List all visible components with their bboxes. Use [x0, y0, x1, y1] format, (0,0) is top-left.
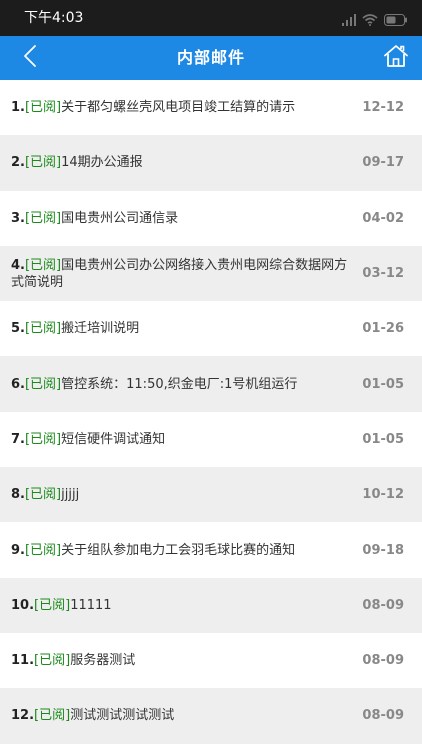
mail-index: 6. — [11, 376, 25, 392]
mail-title: 短信硬件调试通知 — [61, 431, 166, 447]
mail-title: jjjjj — [61, 487, 80, 503]
status-bar: 下午4:03 — [0, 0, 422, 36]
mail-subject: 2.[已阅]14期办公通报 — [11, 154, 362, 171]
mail-read-status: [已阅] — [34, 653, 71, 669]
mail-index: 12. — [11, 708, 35, 724]
mail-list-item[interactable]: 10.[已阅]11111 08-09 — [0, 577, 422, 633]
mail-index: 4. — [11, 257, 25, 273]
mail-read-status: [已阅] — [24, 155, 62, 171]
mail-title: 国电贵州公司通信录 — [61, 210, 179, 226]
mail-read-status: [已阅] — [24, 257, 62, 273]
home-icon — [383, 44, 409, 72]
mail-subject: 3.[已阅]国电贵州公司通信录 — [11, 210, 362, 227]
mail-list-item[interactable]: 1.[已阅]关于都匀螺丝壳风电项目竣工结算的请示 12-12 — [0, 80, 422, 136]
mail-read-status: [已阅] — [34, 597, 71, 613]
mail-list: 1.[已阅]关于都匀螺丝壳风电项目竣工结算的请示 12-12 2.[已阅]14期… — [0, 80, 422, 750]
mail-date: 03-12 — [362, 266, 404, 282]
mail-subject: 8.[已阅]jjjjj — [11, 486, 362, 503]
mail-list-item[interactable]: 2.[已阅]14期办公通报 09-17 — [0, 135, 422, 191]
mail-date: 12-12 — [362, 100, 404, 116]
mail-index: 11. — [11, 653, 35, 669]
mail-read-status: [已阅] — [24, 542, 62, 558]
mail-date: 01-05 — [362, 376, 404, 392]
mail-date: 09-17 — [362, 155, 404, 171]
mail-title: 搬迁培训说明 — [61, 321, 140, 337]
mail-read-status: [已阅] — [24, 431, 62, 447]
mail-list-item[interactable]: 6.[已阅]管控系统：11:50,织金电厂:1号机组运行 01-05 — [0, 356, 422, 412]
mail-title: 服务器测试 — [70, 653, 136, 669]
mail-index: 8. — [11, 487, 25, 503]
battery-icon — [384, 11, 408, 30]
mail-list-item[interactable]: 5.[已阅]搬迁培训说明 01-26 — [0, 301, 422, 357]
mail-list-item[interactable]: 7.[已阅]短信硬件调试通知 01-05 — [0, 411, 422, 468]
mail-subject: 12.[已阅]测试测试测试测试 — [11, 707, 362, 724]
mail-date: 10-12 — [362, 487, 404, 503]
mail-subject: 10.[已阅]11111 — [11, 597, 362, 614]
mail-date: 04-02 — [362, 210, 404, 226]
mail-date: 01-05 — [362, 431, 404, 447]
mail-index: 2. — [11, 155, 25, 171]
mail-read-status: [已阅] — [24, 321, 62, 337]
mail-title: 国电贵州公司办公网络接入贵州电网综合数据网方式简说明 — [11, 257, 348, 290]
mail-index: 10. — [11, 597, 35, 613]
mail-index: 5. — [11, 321, 25, 337]
mail-subject: 9.[已阅]关于组队参加电力工会羽毛球比赛的通知 — [11, 542, 362, 559]
mail-read-status: [已阅] — [34, 708, 71, 724]
signal-icon — [342, 11, 356, 30]
mail-title: 关于组队参加电力工会羽毛球比赛的通知 — [61, 542, 296, 558]
mail-index: 7. — [11, 431, 25, 447]
home-button[interactable] — [380, 42, 412, 74]
mail-date: 09-18 — [362, 542, 404, 558]
mail-subject: 11.[已阅]服务器测试 — [11, 652, 362, 669]
mail-list-item[interactable]: 11.[已阅]服务器测试 08-09 — [0, 632, 422, 689]
mail-index: 1. — [11, 100, 25, 116]
mail-subject: 6.[已阅]管控系统：11:50,织金电厂:1号机组运行 — [11, 376, 362, 393]
nav-bar: 内部邮件 — [0, 36, 422, 80]
mail-title: 14期办公通报 — [61, 155, 143, 171]
mail-title: 关于都匀螺丝壳风电项目竣工结算的请示 — [61, 100, 296, 116]
mail-index: 9. — [11, 542, 25, 558]
mail-date: 08-09 — [362, 597, 404, 613]
page-title: 内部邮件 — [176, 48, 245, 67]
mail-title: 11111 — [70, 597, 112, 613]
mail-list-item[interactable]: 3.[已阅]国电贵州公司通信录 04-02 — [0, 190, 422, 246]
mail-read-status: [已阅] — [24, 210, 62, 226]
mail-index: 3. — [11, 210, 25, 226]
mail-read-status: [已阅] — [24, 376, 62, 392]
mail-read-status: [已阅] — [24, 100, 62, 116]
mail-read-status: [已阅] — [24, 487, 62, 503]
mail-list-item[interactable]: 8.[已阅]jjjjj 10-12 — [0, 467, 422, 523]
status-icons — [342, 11, 408, 30]
mail-list-item[interactable]: 4.[已阅]国电贵州公司办公网络接入贵州电网综合数据网方式简说明 03-12 — [0, 245, 422, 302]
mail-subject: 7.[已阅]短信硬件调试通知 — [11, 431, 362, 448]
wifi-icon — [362, 11, 378, 30]
mail-title: 管控系统：11:50,织金电厂:1号机组运行 — [61, 376, 298, 392]
status-time: 下午4:03 — [24, 10, 84, 26]
mail-list-item[interactable]: 12.[已阅]测试测试测试测试 08-09 — [0, 688, 422, 744]
mail-subject: 5.[已阅]搬迁培训说明 — [11, 320, 362, 337]
mail-subject: 4.[已阅]国电贵州公司办公网络接入贵州电网综合数据网方式简说明 — [11, 257, 362, 291]
mail-subject: 1.[已阅]关于都匀螺丝壳风电项目竣工结算的请示 — [11, 99, 362, 116]
mail-date: 08-09 — [362, 653, 404, 669]
mail-date: 08-09 — [362, 708, 404, 724]
mail-date: 01-26 — [362, 321, 404, 337]
mail-title: 测试测试测试测试 — [70, 708, 175, 724]
mail-list-item[interactable]: 9.[已阅]关于组队参加电力工会羽毛球比赛的通知 09-18 — [0, 522, 422, 578]
